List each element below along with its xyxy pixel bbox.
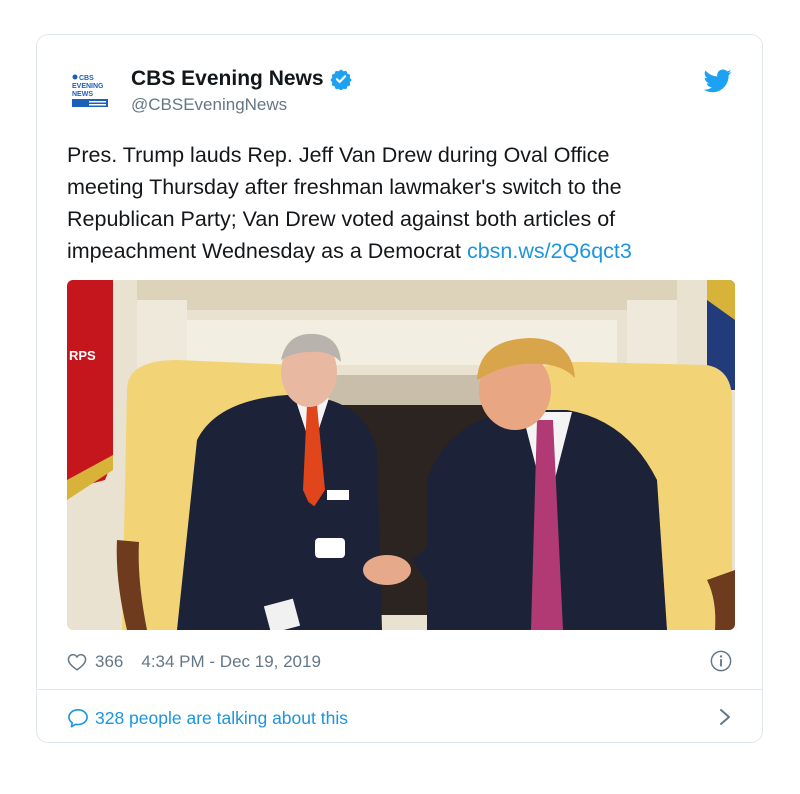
tweet-link[interactable]: cbsn.ws/2Q6qct3	[467, 239, 632, 263]
svg-text:EVENING: EVENING	[72, 83, 104, 90]
handshake	[363, 555, 411, 585]
display-name[interactable]: CBS Evening News	[131, 67, 324, 91]
mantel-top	[137, 280, 677, 310]
divider	[37, 689, 762, 690]
conversation-link[interactable]: 328 people are talking about this	[67, 703, 732, 733]
flag-left	[67, 280, 113, 490]
tweet-photo[interactable]: RPS	[67, 280, 735, 630]
svg-text:CBS: CBS	[79, 75, 94, 82]
cbs-evening-news-logo[interactable]: CBS EVENING NEWS	[71, 73, 113, 109]
tweet-text: Pres. Trump lauds Rep. Jeff Van Drew dur…	[67, 139, 717, 267]
tweet-text-line: Republican Party; Van Drew voted against…	[67, 207, 616, 231]
speech-bubble-icon	[68, 709, 88, 728]
flag-text: RPS	[69, 348, 96, 363]
man-left-cuff	[315, 538, 345, 558]
heart-icon[interactable]	[67, 653, 87, 671]
tweet-text-line: meeting Thursday after freshman lawmaker…	[67, 175, 622, 199]
pocket-square	[327, 490, 349, 500]
tweet-text-line: Pres. Trump lauds Rep. Jeff Van Drew dur…	[67, 143, 610, 167]
info-icon[interactable]	[710, 650, 732, 672]
chevron-right-icon	[720, 709, 730, 725]
verified-badge-icon	[329, 69, 352, 90]
account-handle[interactable]: @CBSEveningNews	[131, 95, 287, 115]
tweet-card: CBS EVENING NEWS CBS Evening News @CBSEv…	[36, 34, 763, 743]
tweet-header: CBS EVENING NEWS CBS Evening News @CBSEv…	[71, 67, 732, 117]
timestamp[interactable]: 4:34 PM - Dec 19, 2019	[141, 652, 321, 672]
photo-illustration: RPS	[67, 280, 735, 630]
tweet-text-fragment: impeachment Wednesday as a Democrat	[67, 239, 467, 263]
like-count[interactable]: 366	[95, 652, 123, 672]
svg-text:NEWS: NEWS	[72, 91, 93, 98]
tweet-text-line-last: impeachment Wednesday as a Democrat cbsn…	[67, 235, 717, 267]
conversation-label: 328 people are talking about this	[95, 707, 348, 728]
tweet-footer: 366 4:34 PM - Dec 19, 2019	[67, 647, 732, 677]
twitter-bird-icon[interactable]	[704, 69, 732, 93]
name-row: CBS Evening News	[131, 67, 352, 91]
